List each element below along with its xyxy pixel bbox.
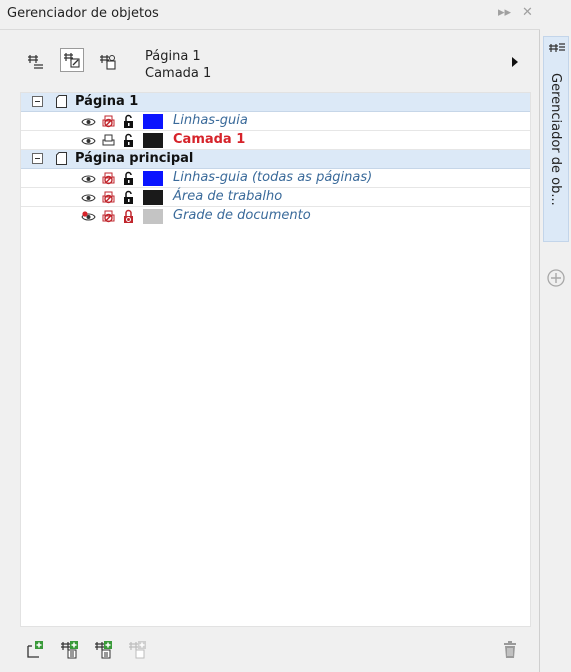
visibility-eye-icon[interactable]: [81, 171, 96, 186]
new-master-layer-odd-icon[interactable]: [94, 640, 114, 660]
page-icon: [56, 152, 67, 165]
layer-color-swatch[interactable]: [143, 190, 163, 205]
layer-label: Linhas-guia: [173, 113, 248, 128]
docker-tabs: Gerenciador de ob...: [541, 36, 571, 672]
lock-open-icon[interactable]: [121, 171, 136, 186]
printer-disabled-icon[interactable]: [101, 190, 116, 205]
edit-across-layers-icon: [64, 53, 80, 68]
printer-disabled-icon[interactable]: [101, 209, 116, 224]
lock-open-icon[interactable]: [121, 114, 136, 129]
new-layer-icon[interactable]: [26, 640, 46, 660]
current-page-name: Página 1: [145, 49, 201, 64]
pin-icon[interactable]: ▸▸: [498, 5, 511, 20]
visibility-eye-hidden-icon[interactable]: [81, 209, 96, 224]
page-row-master[interactable]: Página principal: [21, 150, 530, 169]
page-icon: [56, 95, 67, 108]
layer-row[interactable]: Grade de documento: [21, 207, 530, 226]
layer-label: Linhas-guia (todas as páginas): [173, 170, 373, 185]
delete-icon[interactable]: [500, 640, 520, 660]
layer-color-swatch[interactable]: [143, 209, 163, 224]
new-master-layer-all-pages-icon[interactable]: [60, 640, 80, 660]
layer-manager-view-button[interactable]: [96, 50, 120, 74]
page-label: Página 1: [75, 94, 139, 109]
printer-icon[interactable]: [101, 133, 116, 148]
object-manager-toolbar: Página 1 Camada 1: [0, 38, 540, 88]
layer-manager-view-icon: [100, 55, 116, 70]
layer-color-swatch[interactable]: [143, 171, 163, 186]
layer-row[interactable]: Linhas-guia: [21, 112, 530, 131]
add-docker-icon[interactable]: [546, 268, 566, 288]
bottom-toolbar: [0, 632, 540, 672]
close-icon[interactable]: ✕: [522, 5, 533, 20]
layer-color-swatch[interactable]: [143, 133, 163, 148]
new-master-layer-even-icon: [129, 641, 146, 659]
current-page-info: Página 1 Camada 1: [145, 48, 211, 82]
dock-tab-label: Gerenciador de ob...: [548, 73, 563, 206]
object-manager-dock-tab[interactable]: Gerenciador de ob...: [543, 36, 569, 242]
current-layer-name: Camada 1: [145, 66, 212, 81]
page-row-page1[interactable]: Página 1: [21, 93, 530, 112]
layer-color-swatch[interactable]: [143, 114, 163, 129]
layer-label: Área de trabalho: [173, 189, 283, 204]
layer-label: Grade de documento: [173, 208, 311, 223]
visibility-eye-icon[interactable]: [81, 133, 96, 148]
lock-open-icon[interactable]: [121, 133, 136, 148]
page-label: Página principal: [75, 151, 194, 166]
layer-label-active: Camada 1: [173, 132, 246, 147]
panel-title: Gerenciador de objetos: [7, 6, 159, 21]
layer-row-active[interactable]: Camada 1: [21, 131, 530, 150]
collapse-icon[interactable]: [32, 96, 43, 107]
printer-disabled-icon[interactable]: [101, 114, 116, 129]
layer-row[interactable]: Área de trabalho: [21, 188, 530, 207]
lock-closed-icon[interactable]: [121, 209, 136, 224]
panel-title-bar: Gerenciador de objetos ▸▸ ✕: [0, 0, 540, 30]
page-properties-icon: [28, 55, 43, 69]
lock-open-icon[interactable]: [121, 190, 136, 205]
visibility-eye-icon[interactable]: [81, 114, 96, 129]
collapse-icon[interactable]: [32, 153, 43, 164]
page-properties-button[interactable]: [24, 50, 48, 74]
object-tree: Página 1 Linhas-guia Camada 1 Página pri…: [20, 92, 531, 627]
visibility-eye-icon[interactable]: [81, 190, 96, 205]
edit-across-layers-button[interactable]: [60, 48, 84, 72]
object-manager-icon: [549, 43, 565, 52]
printer-disabled-icon[interactable]: [101, 171, 116, 186]
object-manager-panel: Gerenciador de objetos ▸▸ ✕ Página 1 Cam…: [0, 0, 540, 672]
expand-arrow-icon[interactable]: [512, 57, 518, 67]
layer-row[interactable]: Linhas-guia (todas as páginas): [21, 169, 530, 188]
